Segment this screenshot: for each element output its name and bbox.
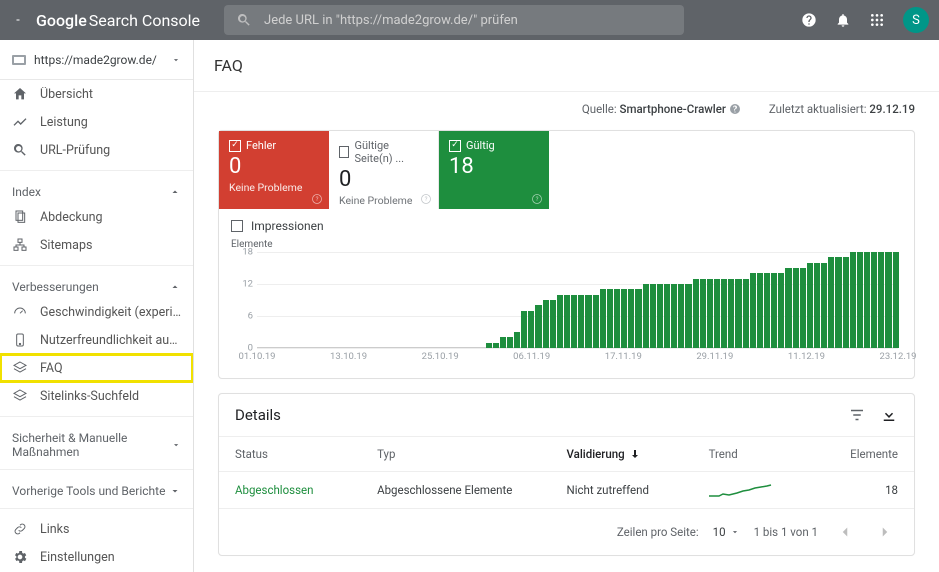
rows-per-page-select[interactable]: 10	[713, 525, 740, 539]
layers-icon	[12, 360, 28, 376]
table-row[interactable]: Abgeschlossen Abgeschlossene Elemente Ni…	[219, 471, 914, 508]
menu-icon[interactable]	[10, 12, 26, 28]
apps-icon[interactable]	[869, 12, 885, 28]
sidebar-item-settings[interactable]: Einstellungen	[0, 543, 193, 571]
sidebar-item-performance[interactable]: Leistung	[0, 108, 193, 136]
details-card: Details Status Typ Validierung Trend Ele…	[218, 393, 915, 556]
sidebar-item-mobile-usability[interactable]: Nutzerfreundlichkeit auf Mobilgeräten	[0, 326, 193, 354]
help-icon[interactable]	[801, 12, 817, 28]
sidebar-item-links[interactable]: Links	[0, 515, 193, 543]
table-header: Status Typ Validierung Trend Elemente	[219, 436, 914, 471]
sidebar-item-coverage[interactable]: Abdeckung	[0, 203, 193, 231]
arrow-down-icon	[629, 448, 641, 460]
pager-next[interactable]	[872, 519, 898, 545]
help-icon[interactable]: ?	[420, 193, 432, 205]
status-tile-valid-warn[interactable]: Gültige Seite(n) ... 0 Keine Probleme ?	[329, 131, 439, 209]
mobile-icon	[12, 332, 28, 348]
sort-validation[interactable]: Validierung	[567, 447, 709, 461]
chevron-down-icon	[730, 527, 740, 537]
sidebar-item-faq[interactable]: FAQ	[0, 354, 193, 382]
search-icon	[12, 142, 28, 158]
filter-icon[interactable]	[848, 406, 866, 424]
sidebar-item-speed[interactable]: Geschwindigkeit (experimentell)	[0, 298, 193, 326]
chevron-down-icon	[171, 439, 181, 451]
layers-icon	[12, 388, 28, 404]
chevron-up-icon	[169, 281, 181, 293]
help-icon[interactable]	[729, 103, 741, 115]
home-icon	[12, 86, 28, 102]
page-title: FAQ	[194, 40, 939, 92]
property-selector[interactable]: https://made2grow.de/	[0, 40, 193, 80]
checkbox-icon	[231, 220, 243, 232]
sidebar: https://made2grow.de/ Übersicht Leistung…	[0, 40, 194, 572]
chevron-down-icon	[169, 485, 181, 497]
status-tile-valid[interactable]: Gültig 18 ?	[439, 131, 549, 209]
table-pager: Zeilen pro Seite: 10 1 bis 1 von 1	[219, 508, 914, 555]
help-icon[interactable]: ?	[531, 193, 543, 205]
property-icon	[12, 55, 26, 65]
svg-text:?: ?	[425, 196, 428, 203]
chart: Elemente 06121801.10.1913.10.1925.10.190…	[219, 237, 914, 378]
gear-icon	[12, 549, 28, 565]
sidebar-item-sitelinks[interactable]: Sitelinks-Suchfeld	[0, 382, 193, 410]
link-icon	[12, 521, 28, 537]
checkbox-icon	[339, 146, 349, 158]
impressions-toggle[interactable]: Impressionen	[219, 209, 914, 237]
account-avatar[interactable]: S	[903, 7, 929, 33]
sidebar-section-index[interactable]: Index	[0, 177, 193, 203]
pages-icon	[12, 209, 28, 225]
svg-text:?: ?	[536, 196, 539, 203]
sparkline-icon	[709, 482, 773, 498]
sidebar-section-security[interactable]: Sicherheit & Manuelle Maßnahmen	[0, 423, 193, 463]
notifications-icon[interactable]	[835, 12, 851, 28]
sidebar-section-legacy[interactable]: Vorherige Tools und Berichte	[0, 476, 193, 502]
gauge-icon	[12, 304, 28, 320]
url-inspect-search[interactable]: Jede URL in "https://made2grow.de/" prüf…	[224, 5, 684, 35]
sidebar-item-overview[interactable]: Übersicht	[0, 80, 193, 108]
search-icon	[236, 12, 252, 28]
download-icon[interactable]	[880, 406, 898, 424]
pager-prev[interactable]	[832, 519, 858, 545]
status-tile-error[interactable]: Fehler 0 Keine Probleme ?	[219, 131, 329, 209]
checkbox-icon	[449, 140, 461, 152]
details-heading: Details	[235, 406, 281, 424]
checkbox-icon	[229, 140, 241, 152]
report-meta: Quelle: Smartphone-Crawler Zuletzt aktua…	[194, 92, 939, 116]
search-placeholder: Jede URL in "https://made2grow.de/" prüf…	[264, 13, 518, 28]
chevron-down-icon	[171, 55, 181, 65]
overview-card: Fehler 0 Keine Probleme ? Gültige Seite(…	[218, 130, 915, 379]
sidebar-item-sitemaps[interactable]: Sitemaps	[0, 231, 193, 259]
svg-text:?: ?	[316, 196, 319, 203]
sitemap-icon	[12, 237, 28, 253]
help-icon[interactable]: ?	[311, 193, 323, 205]
sidebar-section-enhancements[interactable]: Verbesserungen	[0, 272, 193, 298]
product-logo: Google Search Console	[36, 11, 200, 30]
main-content: FAQ Quelle: Smartphone-Crawler Zuletzt a…	[194, 40, 939, 572]
sidebar-item-url-inspect[interactable]: URL-Prüfung	[0, 136, 193, 164]
trend-icon	[12, 114, 28, 130]
chevron-up-icon	[169, 186, 181, 198]
app-header: Google Search Console Jede URL in "https…	[0, 0, 939, 40]
